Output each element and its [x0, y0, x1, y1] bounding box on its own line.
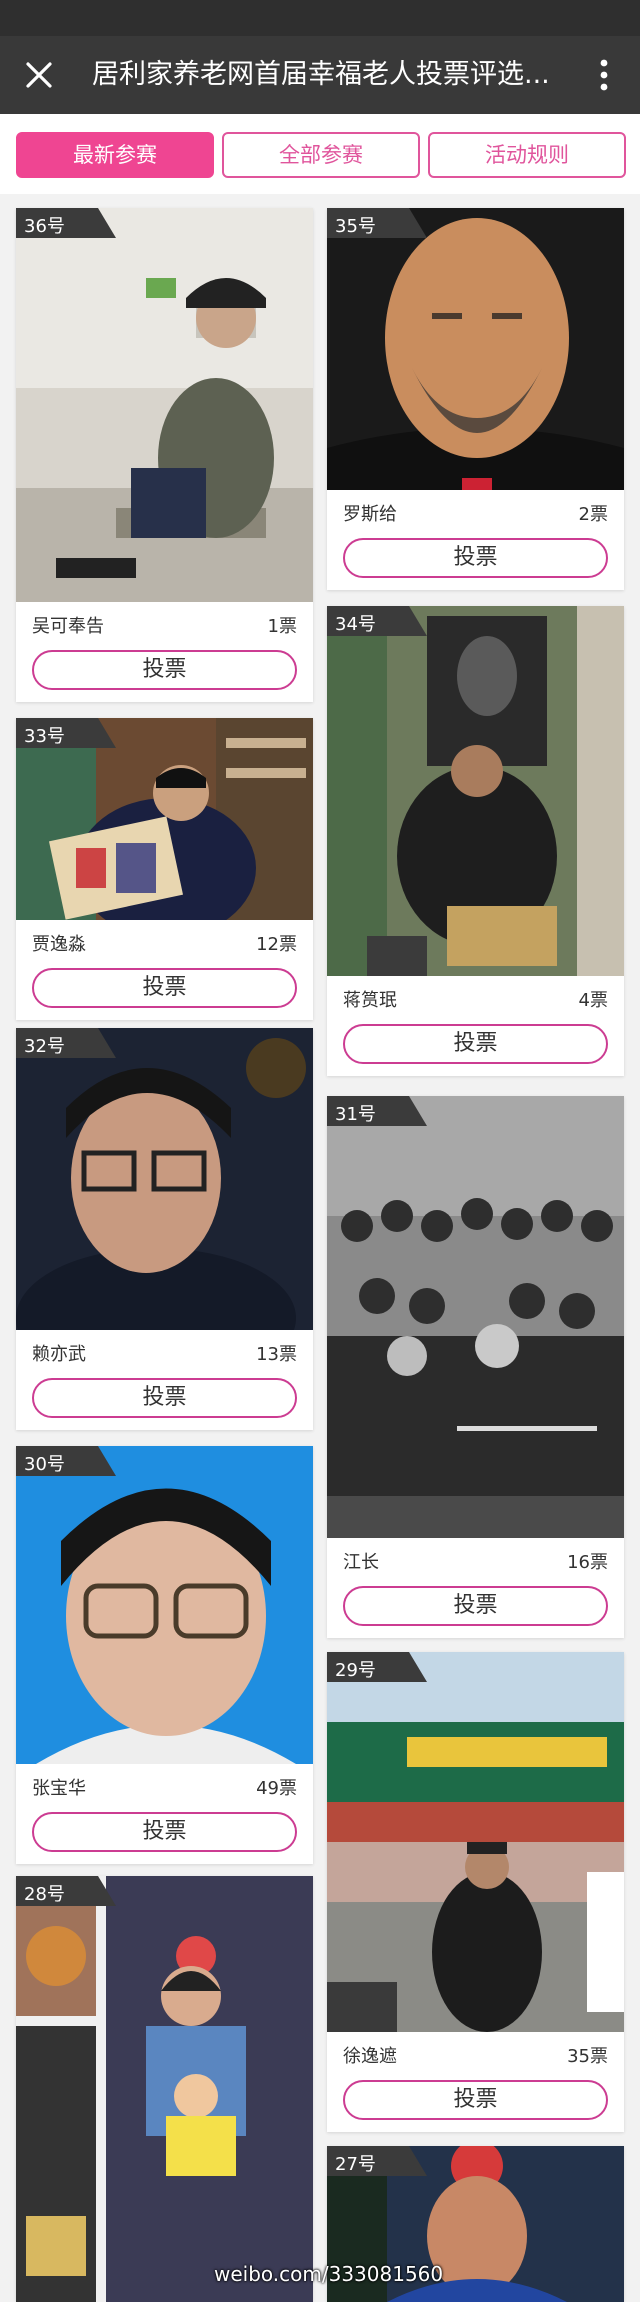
vote-button[interactable]: 投票	[32, 1812, 297, 1852]
vote-button[interactable]: 投票	[343, 538, 608, 578]
entry-card[interactable]: 35号 罗斯给 2票 投票	[327, 208, 624, 590]
entry-name: 罗斯给	[343, 504, 397, 525]
entry-photo	[327, 1096, 624, 1538]
close-icon	[26, 62, 52, 88]
entry-number: 33号	[24, 726, 65, 747]
entry-name: 吴可奉告	[32, 616, 104, 637]
entry-photo	[16, 1876, 313, 2302]
entry-votes: 13票	[256, 1344, 297, 1365]
vote-button[interactable]: 投票	[343, 1586, 608, 1626]
entry-votes: 2票	[578, 504, 608, 525]
vote-button[interactable]: 投票	[343, 1024, 608, 1064]
entry-photo	[327, 208, 624, 490]
entry-name: 赖亦武	[32, 1344, 86, 1365]
entry-card[interactable]: 36号 吴可奉告 1票 投票	[16, 208, 313, 702]
close-button[interactable]	[18, 54, 60, 96]
entry-photo	[16, 208, 313, 602]
entry-name: 张宝华	[32, 1778, 86, 1799]
entry-number: 28号	[24, 1884, 65, 1905]
vote-button[interactable]: 投票	[32, 650, 297, 690]
entry-votes: 1票	[267, 616, 297, 637]
entry-card[interactable]: 29号 徐逸遮 35票 投票	[327, 1652, 624, 2132]
tab-bar: 最新参赛 全部参赛 活动规则	[0, 114, 640, 194]
more-vertical-icon	[600, 59, 608, 91]
tab-rules[interactable]: 活动规则	[428, 132, 626, 178]
entry-number: 31号	[335, 1104, 376, 1125]
entry-name: 江长	[343, 1552, 379, 1573]
entry-card[interactable]: 30号 张宝华 49票 投票	[16, 1446, 313, 1864]
vote-button[interactable]: 投票	[32, 968, 297, 1008]
entry-number: 35号	[335, 216, 376, 237]
entry-name: 徐逸遮	[343, 2046, 397, 2067]
entry-number: 29号	[335, 1660, 376, 1681]
tab-latest[interactable]: 最新参赛	[16, 132, 214, 178]
more-button[interactable]	[584, 54, 624, 96]
status-bar	[0, 0, 640, 36]
entry-votes: 16票	[567, 1552, 608, 1573]
app-header: 居利家养老网首届幸福老人投票评选...	[0, 36, 640, 114]
entry-card[interactable]: 28号	[16, 1876, 313, 2302]
entry-photo	[16, 1028, 313, 1330]
entry-number: 30号	[24, 1454, 65, 1475]
entry-name: 贾逸淼	[32, 934, 86, 955]
entry-card[interactable]: 33号 贾逸淼 12票 投票	[16, 718, 313, 1020]
entry-photo	[16, 1446, 313, 1764]
entry-photo	[327, 1652, 624, 2032]
vote-button[interactable]: 投票	[32, 1378, 297, 1418]
entry-photo	[16, 718, 313, 920]
entry-card[interactable]: 32号 赖亦武 13票 投票	[16, 1028, 313, 1430]
entry-number: 32号	[24, 1036, 65, 1057]
entry-votes: 35票	[567, 2046, 608, 2067]
tab-all[interactable]: 全部参赛	[222, 132, 420, 178]
entry-card[interactable]: 31号 江长 16票 投票	[327, 1096, 624, 1638]
entry-number: 34号	[335, 614, 376, 635]
vote-button[interactable]: 投票	[343, 2080, 608, 2120]
entry-name: 蒋筼珉	[343, 990, 397, 1011]
watermark: weibo.com/333081560	[214, 2262, 444, 2286]
entry-photo	[327, 606, 624, 976]
entry-votes: 4票	[578, 990, 608, 1011]
entry-votes: 12票	[256, 934, 297, 955]
page-title: 居利家养老网首届幸福老人投票评选...	[92, 59, 550, 90]
entry-number: 36号	[24, 216, 65, 237]
entry-number: 27号	[335, 2154, 376, 2175]
entry-card[interactable]: 34号 蒋筼珉 4票 投票	[327, 606, 624, 1076]
entry-votes: 49票	[256, 1778, 297, 1799]
